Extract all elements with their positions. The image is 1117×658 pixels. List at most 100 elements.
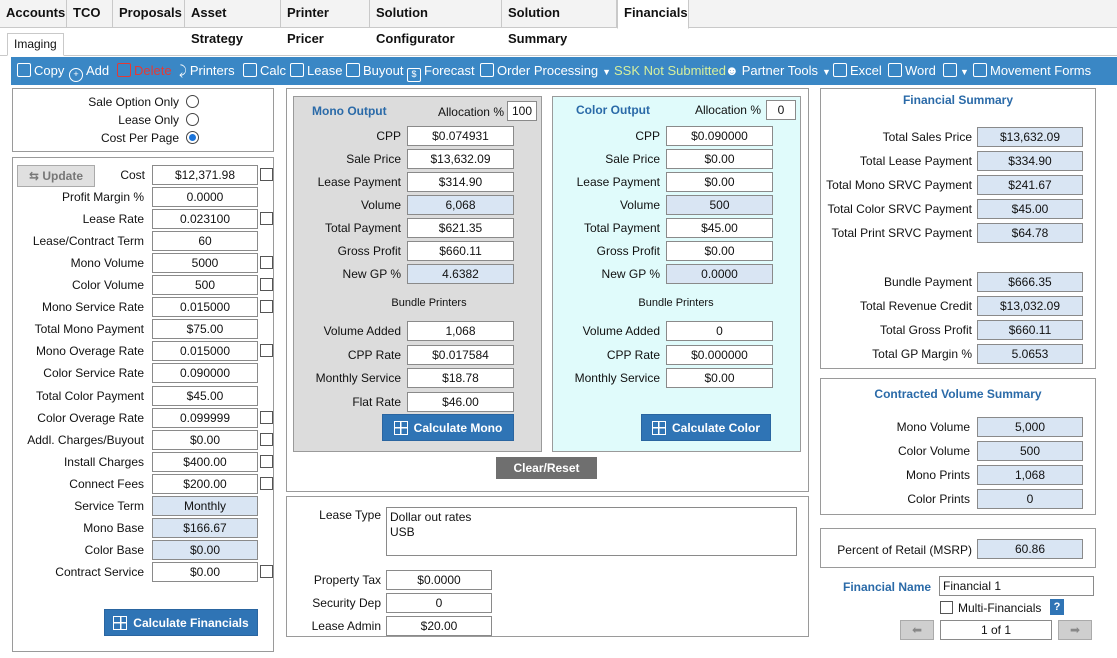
left-field-input[interactable]: 60 (152, 231, 258, 252)
add-button[interactable]: + Add (69, 57, 109, 85)
mono-bundle-value[interactable]: $18.78 (407, 368, 514, 388)
mono-field-value[interactable]: $621.35 (407, 218, 514, 238)
mono-bundle-value[interactable]: $0.017584 (407, 344, 514, 365)
caret-down-icon: ▼ (822, 67, 831, 77)
color-field-value[interactable]: $0.00 (666, 241, 773, 261)
left-field-input[interactable]: 0.015000 (152, 297, 258, 318)
mono-field-label: Sale Price (346, 152, 401, 166)
lease-field-input[interactable]: $0.0000 (386, 570, 492, 590)
caret-down-icon: ▼ (602, 67, 612, 77)
summary-field-value: $13,032.09 (977, 296, 1083, 316)
tab-accounts[interactable]: Accounts (0, 0, 67, 28)
lease-type-line: USB (390, 525, 415, 539)
left-field-checkbox[interactable] (260, 454, 273, 468)
tab-tco[interactable]: TCO (67, 0, 113, 28)
previous-button[interactable]: ⬅ (900, 620, 934, 640)
color-field-value[interactable]: $0.090000 (666, 126, 773, 146)
left-field-input[interactable]: 0.015000 (152, 341, 258, 362)
color-bundle-value[interactable]: 0 (666, 321, 773, 341)
summary-field-value: $666.35 (977, 272, 1083, 292)
calculate-color-button[interactable]: Calculate Color (641, 414, 771, 441)
left-field-input[interactable]: $45.00 (152, 385, 258, 406)
left-field-checkbox[interactable] (260, 168, 273, 181)
mono-allocation-input[interactable]: 100 (507, 101, 537, 121)
left-field-checkbox[interactable] (260, 278, 273, 292)
calculate-financials-button[interactable]: Calculate Financials (104, 609, 258, 636)
lease-field-input[interactable]: 0 (386, 593, 492, 613)
mono-field-value[interactable]: $314.90 (407, 172, 514, 192)
left-field-checkbox[interactable] (260, 344, 273, 358)
color-bundle-value[interactable]: $0.000000 (666, 344, 773, 365)
lease-button[interactable]: Lease (290, 57, 342, 85)
mono-field-value[interactable]: $13,632.09 (407, 149, 514, 169)
calculate-mono-button[interactable]: Calculate Mono (382, 414, 514, 441)
tab-printer-pricer[interactable]: Printer Pricer (281, 0, 370, 46)
mono-output-title: Mono Output (312, 104, 387, 118)
left-field-input[interactable]: 0.023100 (152, 209, 258, 230)
color-bundle-value[interactable]: $0.00 (666, 368, 773, 388)
copy-button[interactable]: Copy (17, 57, 64, 85)
tab-imaging[interactable]: Imaging (7, 33, 64, 56)
help-icon[interactable]: ? (1050, 599, 1064, 615)
forecast-button[interactable]: $ Forecast (407, 57, 475, 85)
buyout-button[interactable]: Buyout (346, 57, 403, 85)
left-field-checkbox[interactable] (260, 212, 273, 226)
update-button[interactable]: ⇆ Update (17, 165, 95, 187)
lease-field-input[interactable]: $20.00 (386, 616, 492, 636)
color-field-value: 500 (666, 195, 773, 215)
left-field-checkbox[interactable] (260, 410, 273, 424)
mono-bundle-value[interactable]: 1,068 (407, 321, 514, 341)
left-field-input[interactable]: 5000 (152, 253, 258, 274)
left-field-checkbox[interactable] (260, 432, 273, 446)
word-icon (888, 63, 902, 77)
cost-per-page-radio[interactable] (186, 131, 199, 144)
color-field-value[interactable]: $0.00 (666, 149, 773, 169)
color-allocation-input[interactable]: 0 (766, 100, 796, 120)
movement-forms-button[interactable]: Movement Forms (973, 57, 1091, 85)
tab-financials[interactable]: Financials (617, 0, 689, 29)
left-input-panel: ⇆ Update Cost $12,371.98 Profit Margin % 0.… (12, 157, 274, 652)
left-field-input[interactable]: $0.00 (152, 429, 258, 450)
left-field-checkbox[interactable] (260, 564, 273, 578)
mono-field-value[interactable]: $660.11 (407, 241, 514, 261)
clear-reset-button[interactable]: Clear/Reset (496, 457, 597, 479)
order-processing-menu[interactable]: Order Processing ▼ (480, 57, 611, 85)
delete-button[interactable]: Delete (117, 57, 172, 85)
left-field-label: Color Base (84, 542, 144, 557)
partner-tools-menu[interactable]: ☻ Partner Tools ▼ (725, 57, 831, 85)
tab-solution-summary[interactable]: Solution Summary (502, 0, 617, 46)
left-field-input[interactable]: 0.090000 (152, 363, 258, 384)
color-allocation-label: Allocation % (694, 103, 761, 117)
mono-field-value[interactable]: $0.074931 (407, 126, 514, 146)
excel-button[interactable]: Excel (833, 57, 882, 85)
word-button[interactable]: Word (888, 57, 936, 85)
tab-solution-configurator[interactable]: Solution Configurator (370, 0, 502, 46)
left-field-input[interactable]: 500 (152, 275, 258, 296)
tab-proposals[interactable]: Proposals (113, 0, 185, 28)
color-field-value[interactable]: $0.00 (666, 172, 773, 192)
left-field-checkbox[interactable] (260, 476, 273, 490)
financial-name-input[interactable]: Financial 1 (939, 576, 1094, 596)
left-field-checkbox[interactable] (260, 300, 273, 314)
left-field-input[interactable]: $400.00 (152, 451, 258, 472)
left-field-input[interactable]: 0.0000 (152, 187, 258, 208)
left-field-checkbox[interactable] (260, 256, 273, 270)
excel-icon (833, 63, 847, 77)
left-field-input[interactable]: $12,371.98 (152, 165, 258, 185)
tab-asset-strategy[interactable]: Asset Strategy (185, 0, 281, 46)
financial-name-label: Financial Name (843, 580, 932, 594)
color-field-value[interactable]: $45.00 (666, 218, 773, 238)
left-field-input[interactable]: 0.099999 (152, 407, 258, 428)
left-field-input[interactable]: $200.00 (152, 473, 258, 494)
left-field-input[interactable]: $75.00 (152, 319, 258, 340)
left-field-input[interactable]: $0.00 (152, 561, 258, 582)
printers-button[interactable]: ⤸ Printers (179, 57, 235, 85)
next-button[interactable]: ➡ (1058, 620, 1092, 640)
checklist-menu[interactable]: ▼ (943, 57, 969, 85)
calc-button[interactable]: Calc (243, 57, 286, 85)
mono-bundle-value[interactable]: $46.00 (407, 391, 514, 412)
multi-financials-checkbox[interactable] (940, 601, 953, 614)
sale-option-only-radio[interactable] (186, 95, 199, 108)
lease-only-radio[interactable] (186, 113, 199, 126)
lease-type-field[interactable]: Dollar out rates USB (386, 507, 797, 556)
